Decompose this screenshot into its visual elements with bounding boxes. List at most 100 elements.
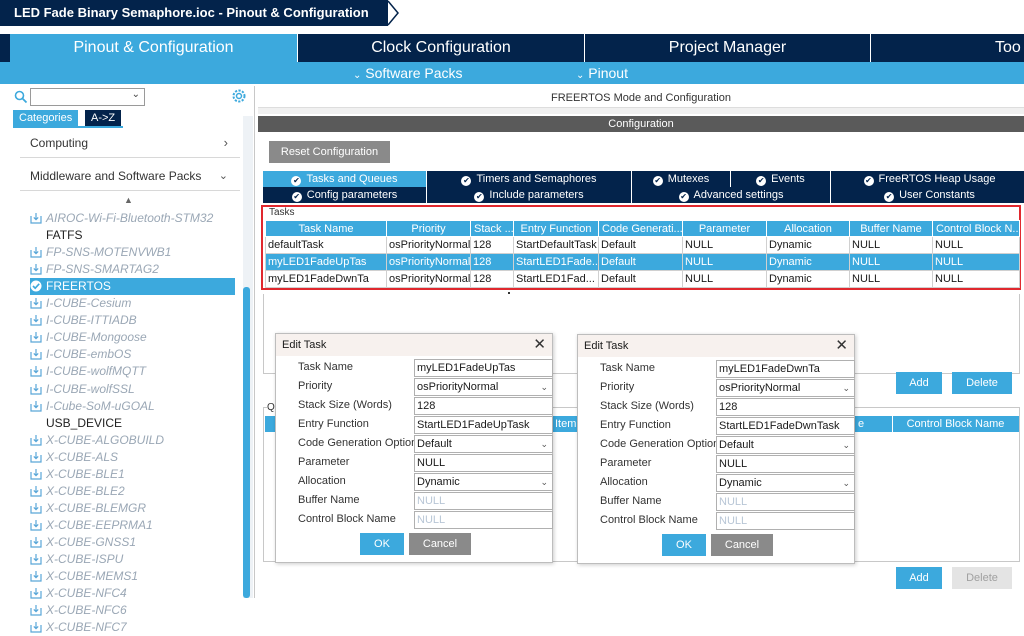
add-queue-button[interactable]: Add: [896, 567, 942, 589]
pack-item[interactable]: I-CUBE-wolfMQTT: [30, 363, 146, 380]
tab-clock-configuration[interactable]: Clock Configuration: [298, 34, 585, 62]
download-icon: [30, 485, 42, 497]
pack-item[interactable]: AIROC-Wi-Fi-Bluetooth-STM32: [30, 210, 213, 227]
field-select[interactable]: Dynamic ⌄: [716, 474, 855, 492]
config-tab[interactable]: ✔ Tasks and Queues: [263, 171, 427, 187]
field-input[interactable]: 128: [414, 397, 553, 415]
pack-item[interactable]: X-CUBE-GNSS1: [30, 534, 136, 551]
cancel-button[interactable]: Cancel: [711, 534, 773, 556]
pack-label: X-CUBE-BLEMGR: [46, 500, 147, 515]
config-tab[interactable]: ✔ Events: [731, 171, 831, 187]
gear-icon[interactable]: [231, 88, 247, 104]
tab-tools[interactable]: Too: [871, 34, 1024, 62]
add-task-button[interactable]: Add: [896, 372, 942, 394]
pack-item[interactable]: I-CUBE-Cesium: [30, 295, 131, 312]
table-row[interactable]: myLED1FadeDwnTa osPriorityNormal 128 StartL…: [265, 270, 1020, 288]
field-input[interactable]: NULL: [414, 511, 553, 529]
field-select[interactable]: osPriorityNormal ⌄: [414, 378, 553, 396]
close-icon[interactable]: ✕: [835, 337, 848, 355]
delete-queue-button[interactable]: Delete: [952, 567, 1012, 589]
table-row[interactable]: myLED1FadeUpTas osPriorityNormal 128 StartL…: [265, 253, 1020, 271]
config-tab[interactable]: ✔ User Constants: [831, 187, 1024, 203]
config-tab[interactable]: ✔ Timers and Semaphores: [427, 171, 632, 187]
pack-item[interactable]: FREERTOS: [30, 278, 235, 296]
column-header[interactable]: Buffer Name: [849, 220, 933, 237]
search-icon[interactable]: [14, 90, 28, 104]
pack-item[interactable]: X-CUBE-NFC7: [30, 619, 127, 636]
close-icon[interactable]: ✕: [533, 336, 546, 354]
config-tab[interactable]: ✔ Advanced settings: [632, 187, 831, 203]
config-tab[interactable]: ✔ Config parameters: [263, 187, 427, 203]
pack-item[interactable]: X-CUBE-MEMS1: [30, 568, 138, 585]
pack-item[interactable]: FP-SNS-MOTENVWB1: [30, 244, 171, 261]
tab-a-z[interactable]: A->Z: [85, 110, 122, 126]
tab-pinout-configuration[interactable]: Pinout & Configuration: [10, 34, 298, 62]
config-tab[interactable]: ✔ FreeRTOS Heap Usage: [831, 171, 1024, 187]
config-tab[interactable]: ✔ Include parameters: [427, 187, 632, 203]
pack-label: I-CUBE-wolfMQTT: [46, 364, 146, 379]
table-cell: StartLED1Fad...: [513, 270, 599, 288]
field-label: Task Name: [298, 361, 354, 373]
section-middleware[interactable]: Middleware and Software Packs ⌄: [20, 161, 240, 191]
field-input[interactable]: NULL: [716, 512, 855, 530]
column-header[interactable]: Allocation: [766, 220, 850, 237]
field-input[interactable]: myLED1FadeDwnTa: [716, 360, 855, 378]
field-input[interactable]: NULL: [414, 492, 553, 510]
pack-item[interactable]: I-CUBE-Mongoose: [30, 329, 147, 346]
field-label: Allocation: [600, 476, 648, 488]
field-select[interactable]: Default ⌄: [414, 435, 553, 453]
pack-item[interactable]: X-CUBE-BLEMGR: [30, 500, 146, 517]
search-input[interactable]: ⌄: [30, 88, 145, 106]
pack-item[interactable]: X-CUBE-NFC4: [30, 585, 127, 602]
field-input[interactable]: NULL: [716, 455, 855, 473]
sort-up-icon[interactable]: ▲: [124, 195, 133, 205]
delete-task-button[interactable]: Delete: [952, 372, 1012, 394]
pack-item[interactable]: FATFS: [30, 227, 82, 244]
reset-configuration-button[interactable]: Reset Configuration: [269, 141, 390, 163]
pack-item[interactable]: I-Cube-SoM-uGOAL: [30, 398, 155, 415]
software-packs-menu[interactable]: ⌄ Software Packs: [353, 62, 463, 84]
field-input[interactable]: 128: [716, 398, 855, 416]
ok-button[interactable]: OK: [360, 533, 404, 555]
field-select[interactable]: Default ⌄: [716, 436, 855, 454]
field-value: NULL: [417, 514, 446, 526]
pack-item[interactable]: X-CUBE-ALS: [30, 449, 118, 466]
field-select[interactable]: osPriorityNormal ⌄: [716, 379, 855, 397]
pack-item[interactable]: X-CUBE-BLE1: [30, 466, 125, 483]
column-header[interactable]: Control Block N...: [932, 220, 1020, 237]
field-select[interactable]: Dynamic ⌄: [414, 473, 553, 491]
pack-item[interactable]: I-CUBE-ITTIADB: [30, 312, 137, 329]
tab-categories[interactable]: Categories: [13, 110, 79, 126]
cancel-button[interactable]: Cancel: [409, 533, 471, 555]
column-header[interactable]: Priority: [386, 220, 471, 237]
field-input[interactable]: StartLED1FadeUpTask: [414, 416, 553, 434]
pack-item[interactable]: X-CUBE-EEPRMA1: [30, 517, 153, 534]
pack-item[interactable]: I-CUBE-embOS: [30, 346, 131, 363]
column-header[interactable]: Task Name: [265, 220, 387, 237]
pinout-menu[interactable]: ⌄ Pinout: [576, 62, 628, 84]
table-row[interactable]: defaultTask osPriorityNormal 128 StartDefau…: [265, 236, 1020, 254]
field-input[interactable]: NULL: [414, 454, 553, 472]
edit-task-dialog-up: Edit Task ✕ Task Name myLED1FadeUpTas Priori…: [275, 333, 553, 563]
pack-item[interactable]: X-CUBE-BLE2: [30, 483, 125, 500]
config-tab[interactable]: ✔ Mutexes: [632, 171, 731, 187]
chevron-down-icon: ⌄: [353, 70, 362, 81]
column-header[interactable]: Entry Function: [513, 220, 599, 237]
pack-item[interactable]: USB_DEVICE: [30, 415, 122, 432]
column-header[interactable]: Code Generati...: [598, 220, 683, 237]
column-header[interactable]: Stack ...: [470, 220, 514, 237]
pack-item[interactable]: X-CUBE-ALGOBUILD: [30, 432, 164, 449]
pack-item[interactable]: I-CUBE-wolfSSL: [30, 381, 135, 398]
column-header[interactable]: Parameter: [682, 220, 767, 237]
section-computing[interactable]: Computing ›: [20, 128, 240, 158]
ok-button[interactable]: OK: [662, 534, 706, 556]
pack-item[interactable]: FP-SNS-SMARTAG2: [30, 261, 159, 278]
field-input[interactable]: StartLED1FadeDwnTask: [716, 417, 855, 435]
pack-item[interactable]: X-CUBE-NFC6: [30, 602, 127, 619]
field-input[interactable]: myLED1FadeUpTas: [414, 359, 553, 377]
field-input[interactable]: NULL: [716, 493, 855, 511]
scrollbar-thumb[interactable]: [243, 287, 250, 598]
pack-item[interactable]: X-CUBE-ISPU: [30, 551, 123, 568]
tab-project-manager[interactable]: Project Manager: [585, 34, 871, 62]
check-circle-icon: ✔: [291, 192, 302, 202]
